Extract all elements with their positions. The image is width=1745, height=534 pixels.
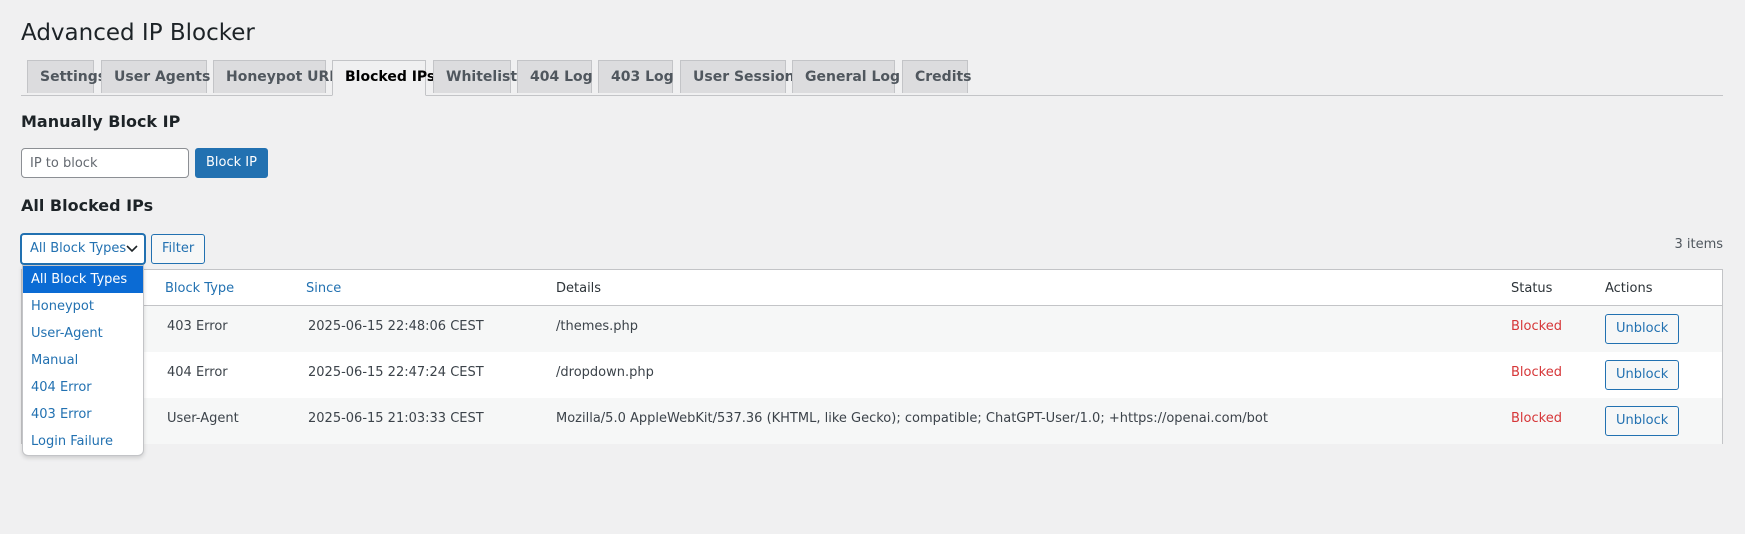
- table-header: Block Type Since Details Status Actions: [22, 270, 1722, 306]
- column-block-type[interactable]: Block Type: [165, 281, 234, 296]
- column-details: Details: [556, 281, 602, 296]
- cell-block-type: User-Agent: [167, 411, 239, 426]
- cell-details: /dropdown.php: [556, 365, 654, 380]
- chevron-down-icon: [126, 245, 138, 253]
- cell-since: 2025-06-15 22:47:24 CEST: [308, 365, 484, 380]
- dropdown-option-404-error[interactable]: 404 Error: [23, 374, 143, 401]
- unblock-button[interactable]: Unblock: [1605, 360, 1680, 390]
- block-ip-button[interactable]: Block IP: [195, 148, 268, 178]
- cell-details: Mozilla/5.0 AppleWebKit/537.36 (KHTML, l…: [556, 411, 1268, 426]
- tab-whitelist[interactable]: Whitelist: [433, 60, 517, 93]
- tab-settings[interactable]: Settings: [27, 60, 106, 93]
- ip-to-block-input[interactable]: [21, 148, 189, 178]
- manual-block-heading: Manually Block IP: [21, 112, 181, 131]
- page-title: Advanced IP Blocker: [21, 20, 255, 46]
- cell-block-type: 403 Error: [167, 319, 228, 334]
- status-badge: Blocked: [1511, 411, 1562, 426]
- column-status: Status: [1511, 281, 1553, 296]
- filter-button[interactable]: Filter: [151, 234, 206, 264]
- tab-honeypot-urls[interactable]: Honeypot URLs: [213, 60, 347, 93]
- block-type-select-value: All Block Types: [30, 241, 127, 256]
- block-type-dropdown: All Block Types Honeypot User-Agent Manu…: [22, 265, 144, 456]
- tab-general-log[interactable]: General Log: [792, 60, 900, 93]
- status-badge: Blocked: [1511, 365, 1562, 380]
- all-blocked-ips-heading: All Blocked IPs: [21, 196, 154, 215]
- unblock-button[interactable]: Unblock: [1605, 314, 1680, 344]
- block-type-select[interactable]: All Block Types: [21, 234, 145, 264]
- cell-since: 2025-06-15 22:48:06 CEST: [308, 319, 484, 334]
- blocked-ips-table: Block Type Since Details Status Actions …: [21, 269, 1723, 444]
- unblock-button[interactable]: Unblock: [1605, 406, 1680, 436]
- cell-details: /themes.php: [556, 319, 639, 334]
- tab-403-log[interactable]: 403 Log: [598, 60, 674, 93]
- tab-404-log[interactable]: 404 Log: [517, 60, 593, 93]
- dropdown-option-all-block-types[interactable]: All Block Types: [23, 266, 143, 293]
- tab-credits[interactable]: Credits: [902, 60, 972, 93]
- items-count: 3 items: [1674, 237, 1723, 252]
- column-actions: Actions: [1605, 281, 1653, 296]
- nav-tabs: Settings User Agents Honeypot URLs Block…: [21, 60, 1723, 96]
- tab-user-agents[interactable]: User Agents: [101, 60, 210, 93]
- dropdown-option-403-error[interactable]: 403 Error: [23, 401, 143, 428]
- table-row: 404 Error 2025-06-15 22:47:24 CEST /drop…: [22, 352, 1722, 398]
- table-row: User-Agent 2025-06-15 21:03:33 CEST Mozi…: [22, 398, 1722, 444]
- table-row: 403 Error 2025-06-15 22:48:06 CEST /them…: [22, 306, 1722, 352]
- dropdown-option-honeypot[interactable]: Honeypot: [23, 293, 143, 320]
- dropdown-option-login-failure[interactable]: Login Failure: [23, 428, 143, 455]
- dropdown-option-user-agent[interactable]: User-Agent: [23, 320, 143, 347]
- status-badge: Blocked: [1511, 319, 1562, 334]
- cell-since: 2025-06-15 21:03:33 CEST: [308, 411, 484, 426]
- column-since[interactable]: Since: [306, 281, 341, 296]
- cell-block-type: 404 Error: [167, 365, 228, 380]
- dropdown-option-manual[interactable]: Manual: [23, 347, 143, 374]
- tab-blocked-ips[interactable]: Blocked IPs: [332, 60, 435, 96]
- tab-user-sessions[interactable]: User Sessions: [680, 60, 803, 93]
